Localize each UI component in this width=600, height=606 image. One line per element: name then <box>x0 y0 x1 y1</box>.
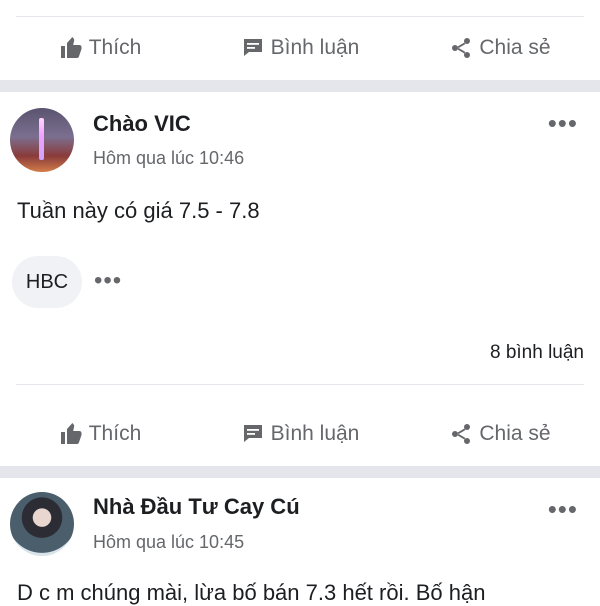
comment-button[interactable]: Bình luận <box>200 36 400 60</box>
comment-button[interactable]: Bình luận <box>200 422 400 446</box>
post-action-bar: Thích Bình luận Chia sẻ <box>0 18 600 78</box>
top-divider <box>16 16 584 17</box>
avatar[interactable] <box>10 492 74 556</box>
comment-count[interactable]: 8 bình luận <box>490 342 584 364</box>
share-icon <box>452 424 471 444</box>
comment-label: Bình luận <box>270 422 360 445</box>
more-options-icon[interactable]: ••• <box>548 496 578 522</box>
like-button[interactable]: Thích <box>0 422 200 446</box>
like-button[interactable]: Thích <box>0 36 200 60</box>
more-options-icon[interactable]: ••• <box>94 269 122 293</box>
divider <box>16 384 584 385</box>
post-separator <box>0 466 600 478</box>
thumbs-up-icon <box>60 423 82 444</box>
post-separator <box>0 80 600 92</box>
like-label: Thích <box>88 36 142 59</box>
more-options-icon[interactable]: ••• <box>548 110 578 136</box>
share-button[interactable]: Chia sẻ <box>400 422 600 446</box>
comment-icon <box>243 39 262 56</box>
share-label: Chia sẻ <box>479 422 551 445</box>
share-icon <box>452 38 471 58</box>
post-text: D c m chúng mài, lừa bố bán 7.3 hết rồi.… <box>17 580 486 605</box>
share-button[interactable]: Chia sẻ <box>400 36 600 60</box>
comment-icon <box>243 425 262 442</box>
post-author[interactable]: Chào VIC <box>93 111 191 137</box>
share-label: Chia sẻ <box>479 36 551 59</box>
post-timestamp[interactable]: Hôm qua lúc 10:45 <box>93 532 244 553</box>
comment-label: Bình luận <box>270 36 360 59</box>
post-text: Tuần này có giá 7.5 - 7.8 <box>17 198 260 223</box>
post-timestamp[interactable]: Hôm qua lúc 10:46 <box>93 148 244 169</box>
thumbs-up-icon <box>60 37 82 58</box>
post-action-bar: Thích Bình luận Chia sẻ <box>0 404 600 464</box>
comment-chip[interactable]: HBC <box>12 256 82 308</box>
avatar[interactable] <box>10 108 74 172</box>
like-label: Thích <box>88 422 142 445</box>
post-author[interactable]: Nhà Đầu Tư Cay Cú <box>93 494 300 520</box>
